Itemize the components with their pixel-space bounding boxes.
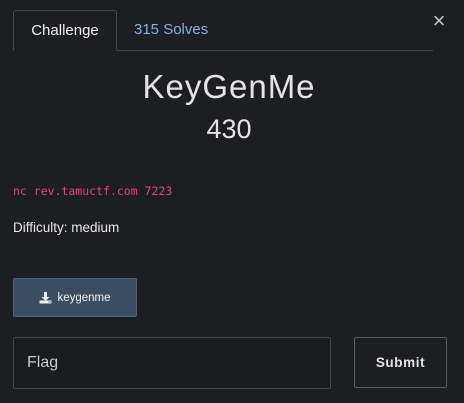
tab-solves[interactable]: 315 Solves <box>118 10 224 50</box>
submit-button[interactable]: Submit <box>354 337 447 388</box>
challenge-name: KeyGenMe <box>142 68 316 105</box>
file-name-label: keygenme <box>57 291 111 304</box>
download-file-button[interactable]: keygenme <box>13 278 137 317</box>
tab-bar: Challenge 315 Solves <box>13 10 433 51</box>
difficulty-text: Difficulty: medium <box>13 220 120 235</box>
connection-command: nc rev.tamuctf.com 7223 <box>13 184 173 198</box>
download-icon <box>39 291 52 304</box>
flag-input[interactable] <box>13 337 331 389</box>
tab-challenge[interactable]: Challenge <box>13 10 117 51</box>
challenge-points: 430 <box>206 114 252 144</box>
close-icon[interactable]: × <box>432 10 446 32</box>
